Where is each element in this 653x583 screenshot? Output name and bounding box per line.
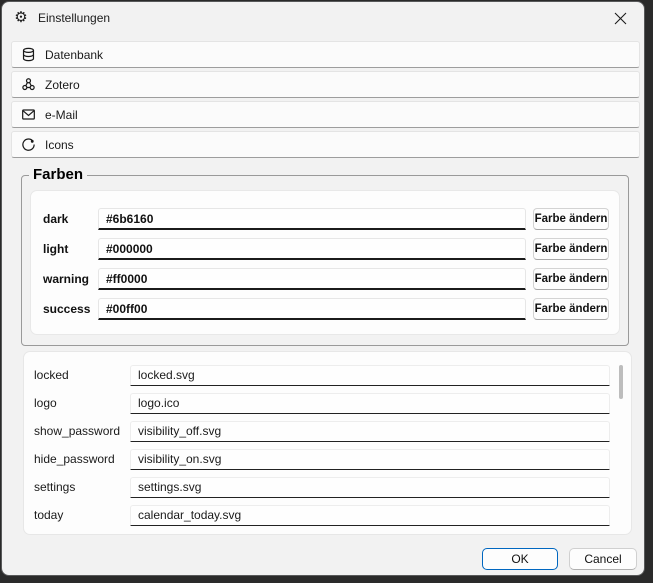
titlebar: ⚙ Einstellungen <box>2 2 644 34</box>
color-value-input[interactable] <box>98 268 526 290</box>
icon-file-input[interactable] <box>130 393 610 414</box>
icon-label: settings <box>34 480 124 494</box>
icon-row-show-password: show_password <box>34 417 610 445</box>
icon-row-today: today <box>34 501 610 529</box>
color-label: success <box>43 302 91 316</box>
icon-label: hide_password <box>34 452 124 466</box>
ok-button[interactable]: OK <box>482 548 558 570</box>
close-button[interactable] <box>602 6 638 30</box>
cancel-button[interactable]: Cancel <box>569 548 637 570</box>
scrollbar-thumb[interactable] <box>619 365 623 399</box>
icon-file-input[interactable] <box>130 477 610 498</box>
color-label: warning <box>43 272 91 286</box>
section-label: Zotero <box>45 78 80 92</box>
color-value-input[interactable] <box>98 208 526 230</box>
icon-label: today <box>34 508 124 522</box>
change-color-button[interactable]: Farbe ändern <box>533 268 609 290</box>
color-value-input[interactable] <box>98 298 526 320</box>
section-zotero[interactable]: Zotero <box>11 71 640 98</box>
icon-label: show_password <box>34 424 124 438</box>
farben-title: Farben <box>29 166 87 183</box>
section-label: Icons <box>45 138 74 152</box>
icon-file-input[interactable] <box>130 365 610 386</box>
settings-dialog: ⚙ Einstellungen Datenbank Zotero <box>1 1 645 576</box>
icon-row-hide-password: hide_password <box>34 445 610 473</box>
mail-icon <box>21 107 36 122</box>
section-label: e-Mail <box>45 108 78 122</box>
icons-file-panel: locked logo show_password hide_password … <box>23 351 632 535</box>
farben-panel: dark Farbe ändern light Farbe ändern war… <box>30 190 620 335</box>
color-value-input[interactable] <box>98 238 526 260</box>
zotero-icon <box>21 77 36 92</box>
icon-row-logo: logo <box>34 389 610 417</box>
color-row-dark: dark Farbe ändern <box>43 204 609 234</box>
section-icons[interactable]: Icons <box>11 131 640 158</box>
icon-label: logo <box>34 396 124 410</box>
section-datenbank[interactable]: Datenbank <box>11 41 640 68</box>
change-color-button[interactable]: Farbe ändern <box>533 208 609 230</box>
footer: OK Cancel <box>482 548 637 570</box>
change-color-button[interactable]: Farbe ändern <box>533 298 609 320</box>
color-row-success: success Farbe ändern <box>43 294 609 324</box>
icon-label: locked <box>34 368 124 382</box>
section-label: Datenbank <box>45 48 103 62</box>
color-label: dark <box>43 212 91 226</box>
icon-file-input[interactable] <box>130 421 610 442</box>
icon-row-settings: settings <box>34 473 610 501</box>
farben-groupbox: Farben dark Farbe ändern light Farbe änd… <box>21 175 629 346</box>
color-row-light: light Farbe ändern <box>43 234 609 264</box>
close-icon <box>614 12 627 25</box>
database-icon <box>21 47 36 62</box>
color-label: light <box>43 242 91 256</box>
gear-icon: ⚙ <box>13 10 29 26</box>
section-list: Datenbank Zotero e-Mail Icons <box>11 41 640 158</box>
icon-file-input[interactable] <box>130 505 610 526</box>
color-row-warning: warning Farbe ändern <box>43 264 609 294</box>
window-title: Einstellungen <box>38 11 110 25</box>
icon-row-locked: locked <box>34 361 610 389</box>
icon-file-input[interactable] <box>130 449 610 470</box>
change-color-button[interactable]: Farbe ändern <box>533 238 609 260</box>
section-email[interactable]: e-Mail <box>11 101 640 128</box>
sync-icon <box>21 137 36 152</box>
